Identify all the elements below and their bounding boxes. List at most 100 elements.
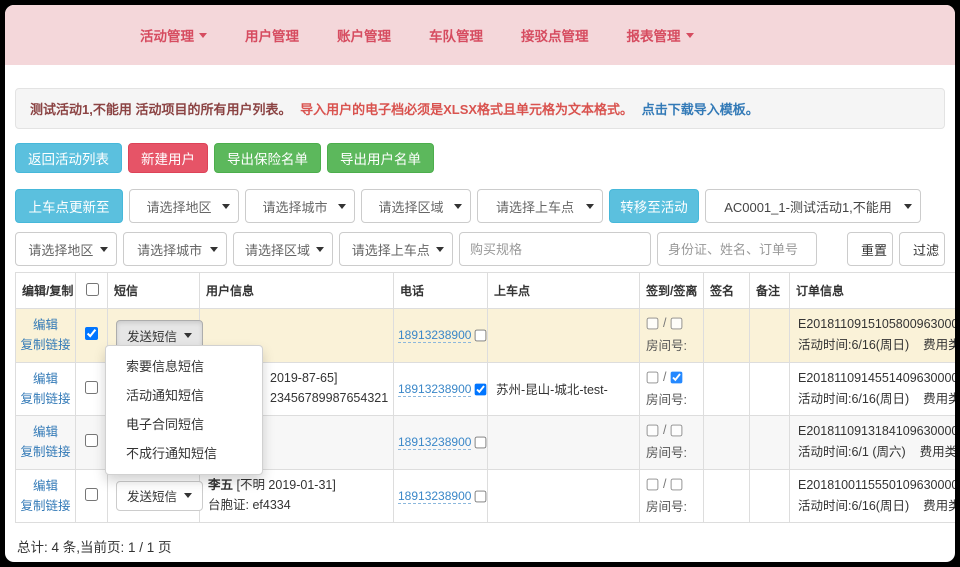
edit-link[interactable]: 编辑 bbox=[33, 318, 58, 332]
checkout-checkbox[interactable] bbox=[671, 478, 683, 490]
checkout-checkbox[interactable] bbox=[671, 318, 683, 330]
reset-button[interactable]: 重置 bbox=[847, 232, 893, 266]
send-sms-label: 发送短信 bbox=[127, 486, 177, 505]
district-select[interactable]: 请选择区域 bbox=[361, 189, 471, 223]
city-filter-select[interactable]: 请选择城市 bbox=[123, 232, 227, 266]
top-navbar: 活动管理 用户管理 账户管理 车队管理 接驳点管理 报表管理 bbox=[5, 5, 955, 65]
order-number: E201811091455140963000019 bbox=[798, 368, 955, 389]
copy-link[interactable]: 复制链接 bbox=[20, 499, 70, 513]
nav-account-management[interactable]: 账户管理 bbox=[337, 25, 391, 45]
pickup-filter-select[interactable]: 请选择上车点 bbox=[339, 232, 453, 266]
checkin-checkbox[interactable] bbox=[647, 318, 659, 330]
chevron-down-icon bbox=[100, 247, 108, 252]
activity-select[interactable]: AC0001_1-测试活动1,不能用 bbox=[705, 189, 921, 223]
row-select-checkbox[interactable] bbox=[85, 327, 98, 340]
checkin-checkbox[interactable] bbox=[647, 425, 659, 437]
alert-title: 测试活动1,不能用 活动项目的所有用户列表。 bbox=[30, 102, 291, 117]
pickup-point-select[interactable]: 请选择上车点 bbox=[477, 189, 603, 223]
edit-link[interactable]: 编辑 bbox=[33, 479, 58, 493]
table-header-row: 编辑/复制 短信 用户信息 电话 上车点 签到/签离 签名 备注 订单信息 bbox=[16, 273, 956, 309]
update-pickup-button[interactable]: 上车点更新至 bbox=[15, 189, 123, 223]
col-header-sms: 短信 bbox=[108, 273, 200, 309]
order-cell: E2018100115550109630000 活动时间:6/16(周日)费用类… bbox=[790, 469, 956, 523]
purchase-spec-input[interactable] bbox=[459, 232, 651, 266]
nav-shuttle-point-management[interactable]: 接驳点管理 bbox=[521, 25, 589, 45]
chevron-down-icon bbox=[222, 204, 230, 209]
nav-user-management[interactable]: 用户管理 bbox=[245, 25, 299, 45]
nav-report-management[interactable]: 报表管理 bbox=[627, 25, 694, 45]
sms-menu-item-cancel-notice[interactable]: 不成行通知短信 bbox=[106, 439, 262, 468]
nav-label: 活动管理 bbox=[140, 25, 194, 45]
edit-cell: 编辑 复制链接 bbox=[16, 362, 76, 416]
row-select-checkbox[interactable] bbox=[85, 434, 98, 447]
export-user-list-button[interactable]: 导出用户名单 bbox=[327, 143, 434, 173]
search-input[interactable] bbox=[657, 232, 817, 266]
phone-link[interactable]: 18913238900 bbox=[398, 382, 471, 397]
district-filter-select[interactable]: 请选择区域 bbox=[233, 232, 333, 266]
checkin-checkbox[interactable] bbox=[647, 371, 659, 383]
order-number: E2018100115550109630000 bbox=[798, 475, 955, 496]
chevron-down-icon bbox=[316, 247, 324, 252]
checkout-checkbox[interactable] bbox=[671, 371, 683, 383]
edit-link[interactable]: 编辑 bbox=[33, 372, 58, 386]
sms-menu-item-request-info[interactable]: 索要信息短信 bbox=[106, 352, 262, 381]
region-filter-select[interactable]: 请选择地区 bbox=[15, 232, 117, 266]
col-header-order: 订单信息 bbox=[790, 273, 956, 309]
order-cell: E201811091455140963000019 活动时间:6/16(周日)费… bbox=[790, 362, 956, 416]
row-select-checkbox[interactable] bbox=[85, 381, 98, 394]
copy-link[interactable]: 复制链接 bbox=[20, 392, 70, 406]
select-cell bbox=[76, 469, 108, 523]
checkout-checkbox[interactable] bbox=[671, 425, 683, 437]
main-content: 测试活动1,不能用 活动项目的所有用户列表。 导入用户的电子档必须是XLSX格式… bbox=[5, 88, 955, 556]
city-select[interactable]: 请选择城市 bbox=[245, 189, 355, 223]
sign-cell: / 房间号: bbox=[640, 416, 704, 470]
room-label: 房间号: bbox=[646, 496, 697, 515]
col-header-user: 用户信息 bbox=[200, 273, 394, 309]
phone-cell: 18913238900 bbox=[394, 416, 488, 470]
order-fee-type: 费用类型 bbox=[923, 338, 955, 352]
select-value: AC0001_1-测试活动1,不能用 bbox=[724, 197, 892, 216]
chevron-down-icon bbox=[686, 33, 694, 38]
send-sms-button[interactable]: 发送短信 bbox=[116, 481, 203, 511]
pickup-cell bbox=[488, 416, 640, 470]
pickup-cell bbox=[488, 309, 640, 363]
checkin-checkbox[interactable] bbox=[647, 478, 659, 490]
filter-button[interactable]: 过滤 bbox=[899, 232, 945, 266]
copy-link[interactable]: 复制链接 bbox=[20, 338, 70, 352]
search-filter-row: 请选择地区 请选择城市 请选择区域 请选择上车点 重置 过滤 bbox=[15, 232, 945, 266]
order-activity-time: 活动时间:6/16(周日) bbox=[798, 499, 909, 513]
row-select-checkbox[interactable] bbox=[85, 488, 98, 501]
info-alert: 测试活动1,不能用 活动项目的所有用户列表。 导入用户的电子档必须是XLSX格式… bbox=[15, 88, 945, 129]
note-cell bbox=[750, 309, 790, 363]
select-cell bbox=[76, 362, 108, 416]
region-select[interactable]: 请选择地区 bbox=[129, 189, 239, 223]
phone-select-checkbox[interactable] bbox=[475, 330, 487, 342]
nav-activity-management[interactable]: 活动管理 bbox=[140, 25, 207, 45]
download-template-link[interactable]: 点击下载导入模板。 bbox=[642, 102, 759, 117]
sms-menu-item-activity-notice[interactable]: 活动通知短信 bbox=[106, 381, 262, 410]
select-value: 请选择城市 bbox=[137, 240, 202, 259]
edit-link[interactable]: 编辑 bbox=[33, 425, 58, 439]
phone-select-checkbox[interactable] bbox=[475, 384, 487, 396]
phone-select-checkbox[interactable] bbox=[475, 437, 487, 449]
phone-link[interactable]: 18913238900 bbox=[398, 328, 471, 343]
phone-link[interactable]: 18913238900 bbox=[398, 435, 471, 450]
signature-cell bbox=[704, 362, 750, 416]
sms-menu-item-e-contract[interactable]: 电子合同短信 bbox=[106, 410, 262, 439]
send-sms-label: 发送短信 bbox=[127, 326, 177, 345]
transfer-to-activity-button[interactable]: 转移至活动 bbox=[609, 189, 699, 223]
nav-label: 报表管理 bbox=[627, 25, 681, 45]
new-user-button[interactable]: 新建用户 bbox=[128, 143, 208, 173]
nav-fleet-management[interactable]: 车队管理 bbox=[429, 25, 483, 45]
col-header-signature: 签名 bbox=[704, 273, 750, 309]
back-to-activity-list-button[interactable]: 返回活动列表 bbox=[15, 143, 122, 173]
phone-link[interactable]: 18913238900 bbox=[398, 489, 471, 504]
export-insurance-list-button[interactable]: 导出保险名单 bbox=[214, 143, 321, 173]
select-value: 请选择区域 bbox=[378, 197, 443, 216]
chevron-down-icon bbox=[454, 204, 462, 209]
edit-cell: 编辑 复制链接 bbox=[16, 469, 76, 523]
phone-select-checkbox[interactable] bbox=[475, 491, 487, 503]
select-all-checkbox[interactable] bbox=[86, 283, 99, 296]
copy-link[interactable]: 复制链接 bbox=[20, 445, 70, 459]
order-cell: E201811091318410963000031 活动时间:6/1 (周六)费… bbox=[790, 416, 956, 470]
